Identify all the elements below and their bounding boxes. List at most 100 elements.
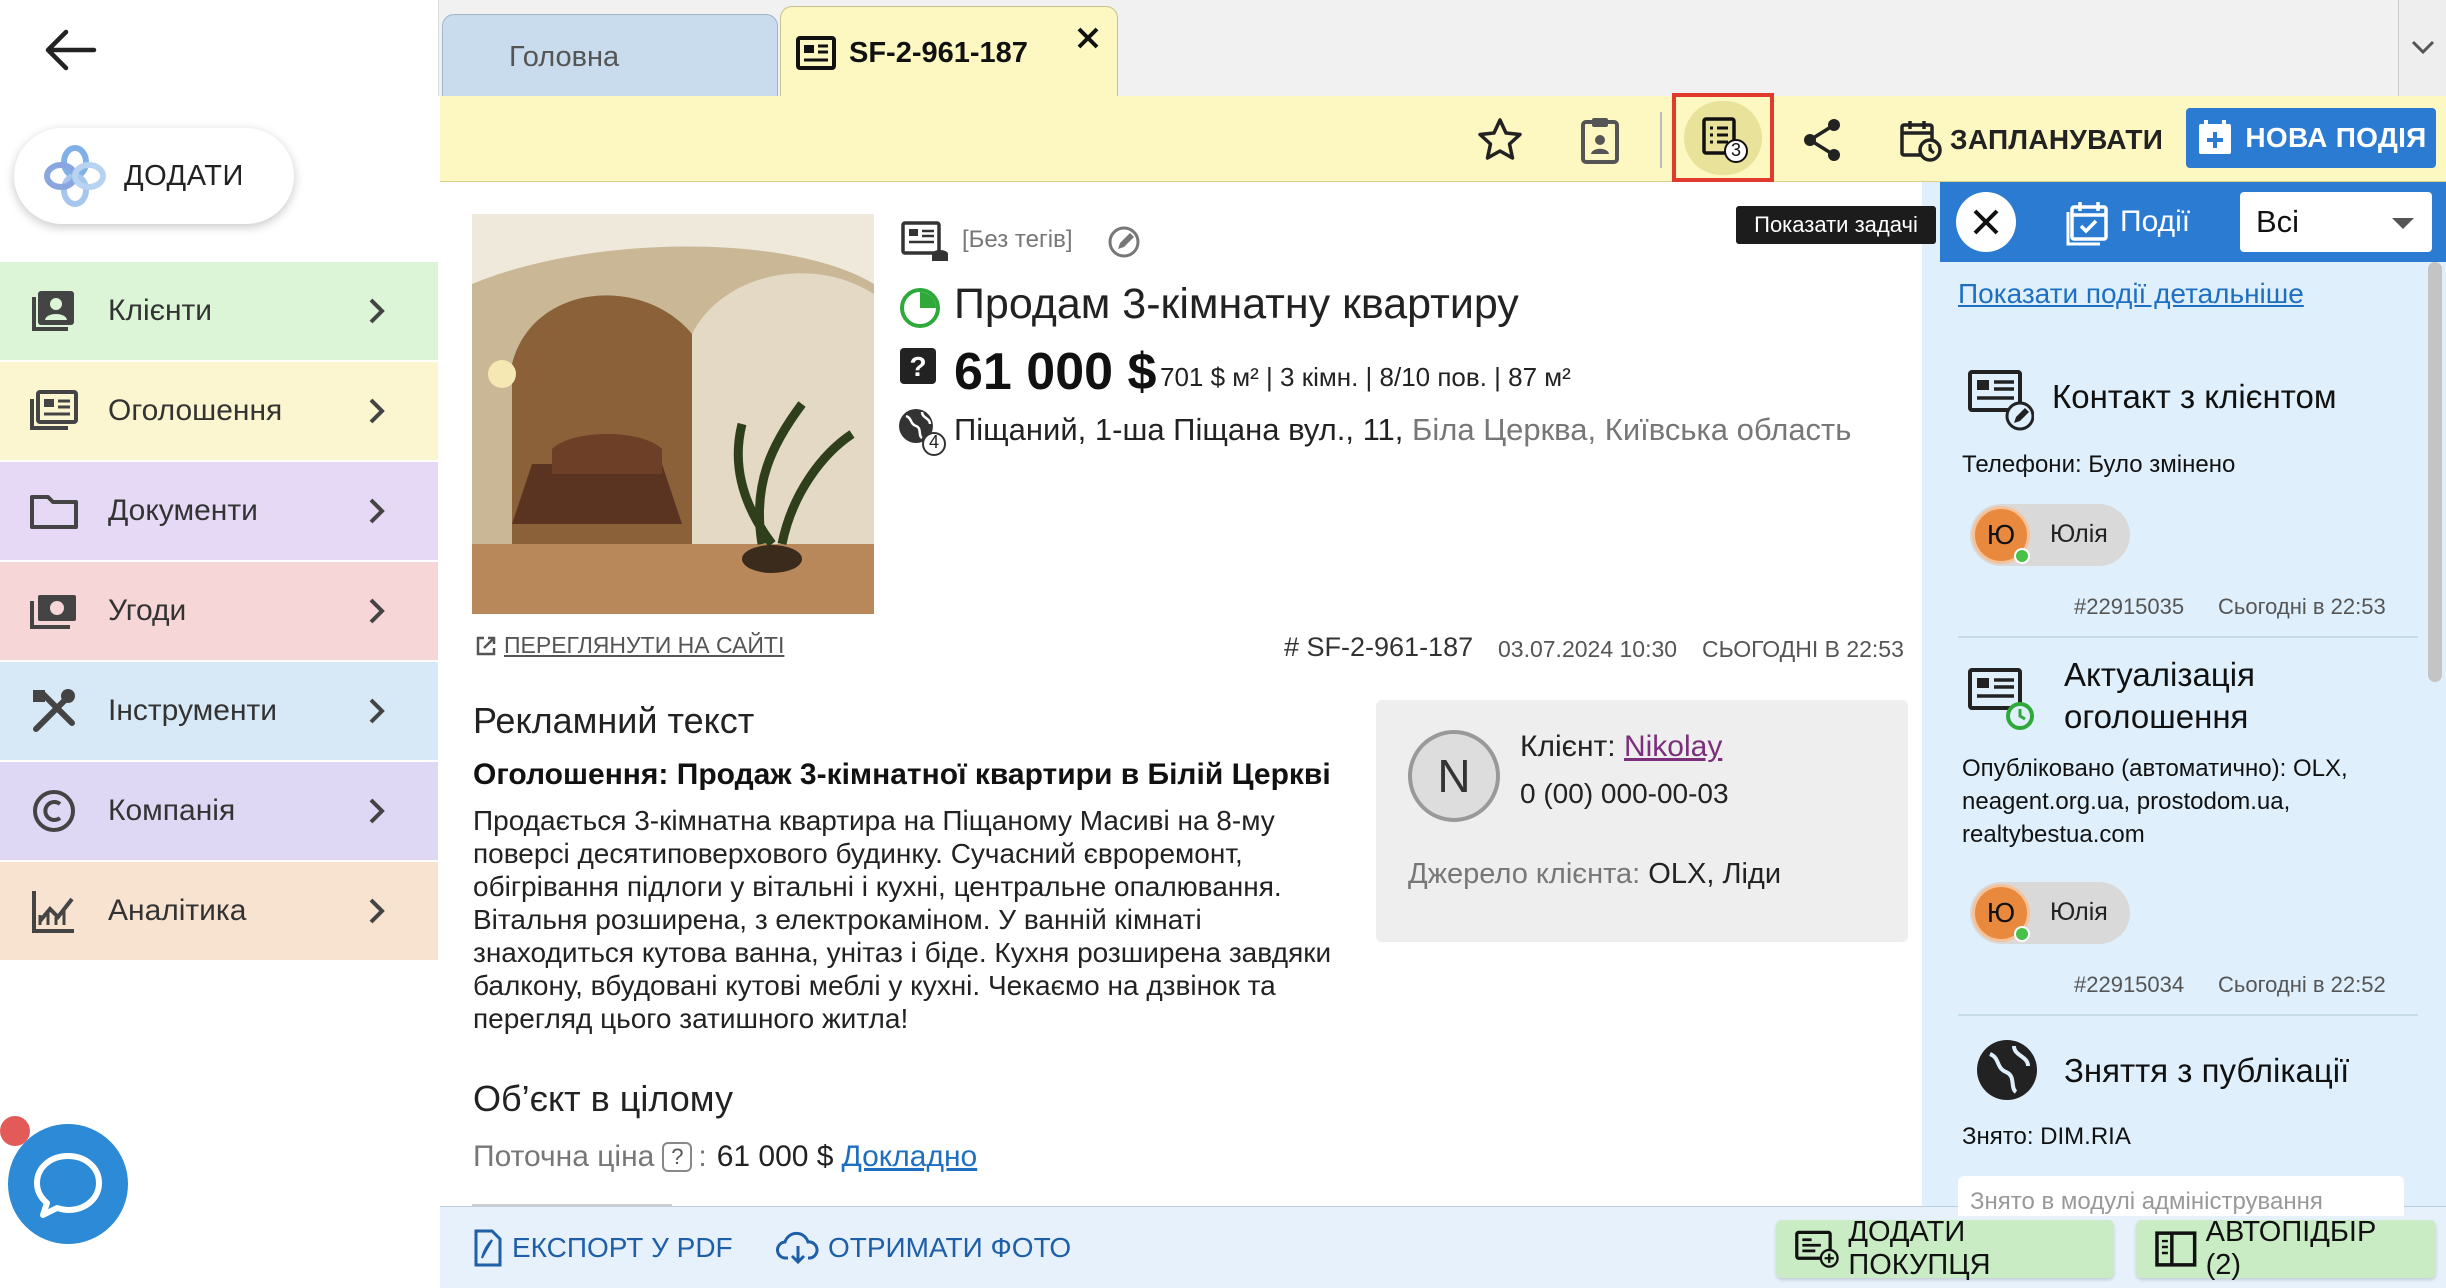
calendar-check-icon <box>2066 202 2108 246</box>
globe-icon[interactable]: 4 <box>896 406 946 456</box>
toolbar-divider <box>1660 112 1662 168</box>
event-title: Зняття з публікації <box>2064 1052 2350 1089</box>
listing-refresh-icon <box>1964 662 2034 732</box>
add-button[interactable]: ДОДАТИ <box>14 128 294 224</box>
close-events-panel-button[interactable] <box>1956 192 2016 252</box>
nav-item-company[interactable]: Компанія <box>0 762 438 862</box>
money-icon <box>26 583 82 639</box>
star-icon[interactable] <box>1472 112 1528 168</box>
nav-item-clients[interactable]: Клієнти <box>0 262 438 362</box>
user-chip[interactable]: Ю Юлія <box>1970 504 2130 566</box>
tasks-button[interactable]: 3 <box>1684 101 1762 175</box>
event-text: Опубліковано (автоматично): OLX, neagent… <box>1962 755 2348 848</box>
edit-tags-icon[interactable] <box>1106 224 1142 260</box>
autoselect-button[interactable]: АВТОПІДБІР (2) <box>2136 1216 2436 1281</box>
tab-home[interactable]: Головна <box>442 14 778 96</box>
get-photo-label: ОТРИМАТИ ФОТО <box>828 1232 1072 1263</box>
tasks-tooltip: Показати задачі <box>1736 206 1936 244</box>
show-events-details-link[interactable]: Показати події детальніше <box>1958 278 2304 310</box>
events-scrollbar[interactable] <box>2428 262 2442 682</box>
listing-updated-date: СЬОГОДНІ В 22:53 <box>1702 636 1904 662</box>
add-buyer-button[interactable]: ДОДАТИ ПОКУПЦЯ <box>1776 1216 2114 1281</box>
nav-item-deals[interactable]: Угоди <box>0 562 438 662</box>
nav-label: Компанія <box>108 794 236 827</box>
svg-text:?: ? <box>909 351 926 382</box>
schedule-button[interactable]: ЗАПЛАНУВАТИ <box>1898 112 2163 168</box>
listing-created-date: 03.07.2024 10:30 <box>1498 636 1678 662</box>
price-help-icon[interactable]: ? <box>662 1142 693 1172</box>
nav-label: Аналітика <box>108 894 247 927</box>
globe-badge: 4 <box>928 432 939 452</box>
get-photo-button[interactable]: ОТРИМАТИ ФОТО <box>776 1218 1071 1278</box>
chevron-down-icon <box>2411 40 2435 55</box>
nav-item-documents[interactable]: Документи <box>0 462 438 562</box>
tab-listing[interactable]: SF-2-961-187 <box>780 6 1118 100</box>
listing-photo[interactable] <box>472 214 874 614</box>
external-link-icon <box>476 636 496 655</box>
export-pdf-label: ЕКСПОРТ У PDF <box>512 1232 733 1263</box>
listing-type-icon <box>900 220 950 264</box>
notification-dot <box>0 1116 30 1146</box>
export-pdf-button[interactable]: ЕКСПОРТ У PDF <box>472 1218 733 1278</box>
tools-icon <box>26 683 82 739</box>
listing-id: # SF-2-961-187 <box>1284 632 1474 662</box>
current-price-value: 61 000 $ <box>716 1140 834 1173</box>
pdf-icon <box>474 1229 502 1267</box>
event-id: #22915034 <box>2074 972 2185 997</box>
close-icon[interactable] <box>1073 23 1103 53</box>
chat-button[interactable] <box>8 1124 128 1244</box>
nav-label: Документи <box>108 494 258 527</box>
events-tab[interactable]: Події <box>2064 196 2190 248</box>
ad-title: Оголошення: Продаж 3-кімнатної квартири … <box>473 758 1331 791</box>
new-event-label: НОВА ПОДІЯ <box>2245 122 2427 153</box>
tabs-dropdown[interactable] <box>2398 0 2446 96</box>
view-on-site-label: ПЕРЕГЛЯНУТИ НА САЙТІ <box>504 632 785 658</box>
view-on-site-link[interactable]: ПЕРЕГЛЯНУТИ НА САЙТІ <box>474 632 784 659</box>
current-price-row: Поточна ціна ? : 61 000 $ Докладно <box>473 1140 977 1174</box>
share-icon[interactable] <box>1794 112 1850 168</box>
nav-item-tools[interactable]: Інструменти <box>0 662 438 762</box>
user-chip[interactable]: Ю Юлія <box>1970 882 2130 944</box>
event-text: Знято: DIM.RIA <box>1962 1123 2131 1150</box>
analytics-icon <box>26 883 82 939</box>
add-logo-icon <box>42 143 108 209</box>
event-time: Сьогодні в 22:53 <box>2218 594 2386 619</box>
help-square-icon[interactable]: ? <box>898 346 938 386</box>
price-details-link[interactable]: Докладно <box>841 1140 977 1174</box>
add-buyer-icon <box>1795 1230 1839 1268</box>
calendar-plus-icon <box>2199 120 2232 154</box>
event-title: Контакт з клієнтом <box>2052 378 2337 415</box>
events-filter-value: Всі <box>2256 204 2300 239</box>
online-status-dot <box>2014 548 2030 564</box>
clipboard-user-icon[interactable] <box>1572 112 1628 168</box>
sidebar: ДОДАТИ Клієнти Оголошення Документи Угод… <box>0 0 438 1288</box>
address-city: Біла Церква, Київська область <box>1412 412 1852 447</box>
events-tab-label: Події <box>2120 205 2191 238</box>
back-arrow-icon[interactable] <box>42 26 98 74</box>
tab-listing-label: SF-2-961-187 <box>849 37 1028 69</box>
ad-body: Продається 3-кімнатна квартира на Піщано… <box>473 805 1332 1034</box>
tab-home-label: Головна <box>509 41 620 73</box>
new-event-button[interactable]: НОВА ПОДІЯ <box>2186 108 2436 168</box>
listing-params: 701 $ м² | 3 кімн. | 8/10 пов. | 87 м² <box>1160 362 1571 392</box>
nav-item-listings[interactable]: Оголошення <box>0 362 438 462</box>
copyright-icon <box>26 783 82 839</box>
client-name-link[interactable]: Nikolay <box>1624 730 1722 763</box>
add-label: ДОДАТИ <box>124 159 244 192</box>
event-note: Знято в модулі адміністрування <box>1958 1176 2404 1216</box>
chevron-right-icon <box>358 493 394 529</box>
add-buyer-label: ДОДАТИ ПОКУПЦЯ <box>1848 1216 1991 1281</box>
listings-icon <box>26 383 82 439</box>
client-label: Клієнт: Nikolay <box>1520 730 1723 763</box>
user-name: Юлія <box>2050 520 2108 548</box>
nav-label: Угоди <box>108 594 187 627</box>
listing-tab-icon <box>795 35 837 71</box>
cloud-download-icon <box>776 1232 819 1265</box>
nav-item-analytics[interactable]: Аналітика <box>0 862 438 962</box>
dropdown-arrow-icon <box>2392 218 2414 229</box>
events-filter-select[interactable]: Всі <box>2240 192 2432 252</box>
event-text: Телефони: Було змінено <box>1962 451 2236 478</box>
client-phone[interactable]: 0 (00) 000-00-03 <box>1520 778 1729 810</box>
user-name: Юлія <box>2050 898 2108 926</box>
chevron-right-icon <box>358 293 394 329</box>
